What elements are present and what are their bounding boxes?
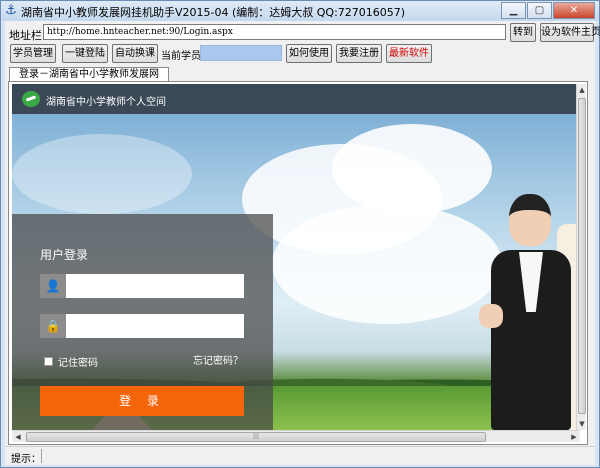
scroll-left-icon[interactable]: ◀ <box>12 431 24 443</box>
address-input[interactable]: http://home.hnteacher.net:90/Login.aspx <box>43 24 506 40</box>
login-title: 用户登录 <box>40 248 89 262</box>
maximize-button[interactable]: ▢ <box>527 2 552 19</box>
username-field: 👤 <box>40 274 244 298</box>
remember-password[interactable]: 记住密码 <box>44 354 98 369</box>
current-student-field[interactable] <box>200 45 282 61</box>
window-title: 湖南省中小教师发展网挂机助手V2015-04 (编制：达姆大叔 QQ:72701… <box>21 6 406 19</box>
one-click-login-button[interactable]: 一键登陆 <box>62 44 108 63</box>
cloud <box>12 134 192 214</box>
student-manage-button[interactable]: 学员管理 <box>10 44 56 63</box>
password-field: 🔒 <box>40 314 244 338</box>
site-title: 湖南省中小学教师个人空间 <box>46 97 166 108</box>
horizontal-scrollbar[interactable]: ◀ ||| ▶ <box>12 430 580 442</box>
address-label: 地址栏: <box>9 29 46 42</box>
remember-label: 记住密码 <box>58 358 98 369</box>
goto-button[interactable]: 转到 <box>510 23 536 42</box>
forgot-password-link[interactable]: 忘记密码？ <box>193 352 243 367</box>
login-panel: 用户登录 👤 🔒 记住密码 忘记密码？ 登 录 <box>12 214 273 430</box>
auto-switch-course-button[interactable]: 自动换课 <box>112 44 158 63</box>
title-bar: ⚓ 湖南省中小教师发展网挂机助手V2015-04 (编制：达姆大叔 QQ:727… <box>1 1 599 21</box>
vertical-scroll-thumb[interactable] <box>578 98 586 414</box>
site-logo-icon <box>22 91 40 107</box>
status-bar: 提示： <box>5 446 595 465</box>
teacher-photo <box>479 194 577 430</box>
horizontal-scroll-thumb[interactable]: ||| <box>26 432 486 442</box>
web-browser-frame: 湖南省中小学教师个人空间 用户登录 👤 🔒 记住密码 忘记密码？ 登 录 ▲ ▼… <box>8 81 588 445</box>
scroll-right-icon[interactable]: ▶ <box>568 431 580 443</box>
person-head <box>509 194 551 246</box>
window-controls: ▁ ▢ ✕ <box>500 2 595 19</box>
client-area: 地址栏: http://home.hnteacher.net:90/Login.… <box>5 21 600 465</box>
address-row: 地址栏: http://home.hnteacher.net:90/Login.… <box>5 23 600 43</box>
site-header: 湖南省中小学教师个人空间 <box>12 84 580 114</box>
lock-icon: 🔒 <box>40 314 66 338</box>
scroll-up-icon[interactable]: ▲ <box>577 84 587 96</box>
scroll-down-icon[interactable]: ▼ <box>577 418 587 430</box>
close-button[interactable]: ✕ <box>553 2 595 19</box>
cloud <box>272 204 502 324</box>
remember-checkbox[interactable] <box>44 357 53 366</box>
vertical-scrollbar[interactable]: ▲ ▼ <box>576 84 586 430</box>
app-window: ⚓ 湖南省中小教师发展网挂机助手V2015-04 (编制：达姆大叔 QQ:727… <box>0 0 600 468</box>
login-button[interactable]: 登 录 <box>40 386 244 416</box>
set-home-button[interactable]: 设为软件主页 <box>540 23 600 42</box>
tab-login[interactable]: 登录－湖南省中小学教师发展网 <box>9 67 169 81</box>
cloud <box>332 124 492 214</box>
thumbs-up-hand <box>479 304 503 328</box>
password-input[interactable] <box>66 314 244 338</box>
anchor-icon: ⚓ <box>5 3 17 18</box>
minimize-button[interactable]: ▁ <box>501 2 526 19</box>
status-divider <box>41 449 42 463</box>
how-to-use-button[interactable]: 如何使用 <box>286 44 332 63</box>
username-input[interactable] <box>66 274 244 298</box>
latest-software-button[interactable]: 最新软件 <box>386 44 432 63</box>
user-icon: 👤 <box>40 274 66 298</box>
register-button[interactable]: 我要注册 <box>336 44 382 63</box>
status-label: 提示： <box>11 454 41 465</box>
